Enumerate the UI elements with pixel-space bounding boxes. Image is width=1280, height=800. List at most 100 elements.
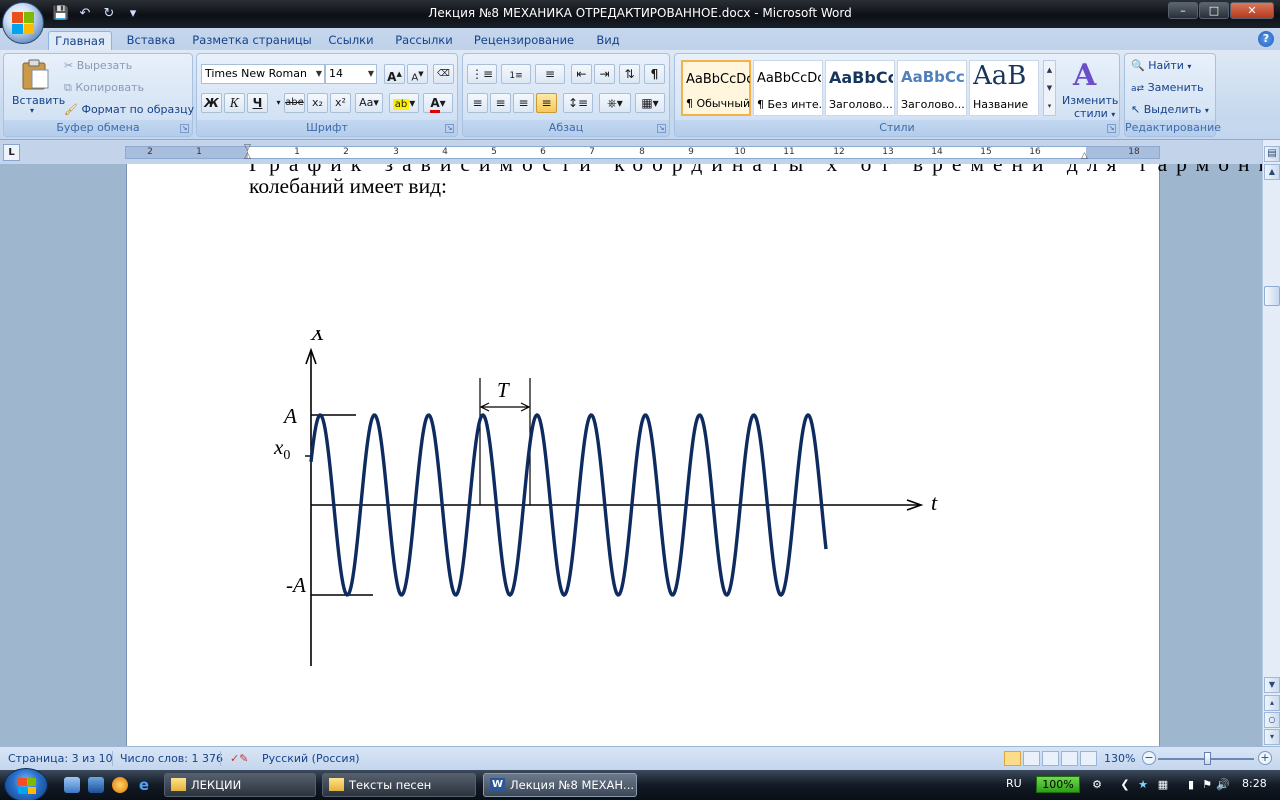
tab-view[interactable]: Вид: [588, 31, 628, 50]
tab-review[interactable]: Рецензирование: [468, 31, 580, 50]
taskbar-item-word[interactable]: W Лекция №8 МЕХАН...: [483, 773, 637, 797]
multilevel-list-button[interactable]: ≡: [535, 64, 565, 84]
scroll-down-icon[interactable]: ▼: [1044, 79, 1055, 97]
style-title[interactable]: AaB Название: [969, 60, 1039, 116]
display-icon[interactable]: ▦: [1156, 778, 1170, 792]
web-layout-view-icon[interactable]: [1042, 751, 1059, 766]
ruler-toggle-icon[interactable]: ▤: [1264, 146, 1280, 162]
word-count[interactable]: Число слов: 1 376: [120, 752, 223, 765]
replace-button[interactable]: a⇄ Заменить: [1131, 81, 1204, 94]
scroll-up-icon[interactable]: ▲: [1044, 61, 1055, 79]
page-count[interactable]: Страница: 3 из 10: [8, 752, 113, 765]
zoom-in-icon[interactable]: +: [1258, 751, 1272, 765]
bullets-button[interactable]: ⋮≡: [467, 64, 497, 84]
taskbar-item-songs[interactable]: Тексты песен: [322, 773, 476, 797]
browse-object-button[interactable]: ○: [1264, 712, 1280, 728]
copy-button[interactable]: ⧉ Копировать: [64, 81, 144, 95]
zoom-knob[interactable]: [1204, 752, 1211, 765]
internet-explorer-icon[interactable]: e: [136, 777, 152, 793]
tab-insert[interactable]: Вставка: [118, 31, 184, 50]
show-hidden-icons-icon[interactable]: ❮: [1118, 778, 1132, 792]
font-launcher-icon[interactable]: ↘: [445, 124, 454, 133]
action-center-icon[interactable]: ⚑: [1200, 778, 1214, 792]
scroll-up-button[interactable]: ▲: [1264, 164, 1280, 180]
cut-button[interactable]: ✂ Вырезать: [64, 59, 132, 72]
full-screen-reading-view-icon[interactable]: [1023, 751, 1040, 766]
zoom-slider[interactable]: − +: [1140, 751, 1274, 767]
strikethrough-button[interactable]: abe: [284, 93, 305, 113]
font-color-button[interactable]: A▾: [423, 93, 453, 113]
underline-button[interactable]: Ч: [247, 93, 268, 113]
left-indent-marker[interactable]: △: [244, 151, 251, 161]
help-icon[interactable]: ?: [1258, 31, 1274, 47]
style-heading-2[interactable]: AaBbCc Заголово...: [897, 60, 967, 116]
clock[interactable]: 8:28: [1242, 777, 1267, 790]
change-styles-button[interactable]: A Изменить стили ▾: [1059, 56, 1118, 120]
sort-button[interactable]: ⇅: [619, 64, 640, 84]
print-layout-view-icon[interactable]: [1004, 751, 1021, 766]
line-spacing-button[interactable]: ↕≡: [563, 93, 593, 113]
zoom-out-icon[interactable]: −: [1142, 751, 1156, 765]
tab-home[interactable]: Главная: [48, 31, 112, 50]
shading-button[interactable]: ⎈▾: [599, 93, 631, 113]
format-painter-button[interactable]: 🖌 Формат по образцу: [64, 103, 194, 116]
borders-button[interactable]: ▦▾: [635, 93, 665, 113]
shrink-font-button[interactable]: A▼: [407, 64, 428, 84]
scroll-thumb[interactable]: [1264, 286, 1280, 306]
switch-windows-icon[interactable]: [88, 777, 104, 793]
justify-button[interactable]: ≡: [536, 93, 557, 113]
subscript-button[interactable]: x₂: [307, 93, 328, 113]
previous-page-button[interactable]: ▴: [1264, 695, 1280, 711]
document-page[interactable]: График зависимости координаты x от време…: [126, 164, 1262, 746]
style-no-spacing[interactable]: AaBbCcDc ¶ Без инте...: [753, 60, 823, 116]
font-name-select[interactable]: Times New Roman ▼: [201, 64, 325, 84]
tab-references[interactable]: Ссылки: [322, 31, 380, 50]
align-left-button[interactable]: ≡: [467, 93, 488, 113]
show-desktop-icon[interactable]: [64, 777, 80, 793]
align-center-button[interactable]: ≡: [490, 93, 511, 113]
change-case-button[interactable]: Aa▾: [355, 93, 383, 113]
right-indent-marker[interactable]: △: [1081, 151, 1088, 161]
bluetooth-icon[interactable]: ★: [1136, 778, 1150, 792]
style-normal[interactable]: AaBbCcDc ¶ Обычный: [681, 60, 751, 116]
language-status[interactable]: Русский (Россия): [262, 752, 360, 765]
tab-mailings[interactable]: Рассылки: [388, 31, 460, 50]
document-area[interactable]: График зависимости координаты x от време…: [0, 164, 1262, 746]
numbering-button[interactable]: 1≡: [501, 64, 531, 84]
show-marks-button[interactable]: ¶: [644, 64, 665, 84]
font-size-select[interactable]: 14 ▼: [325, 64, 377, 84]
vertical-scrollbar[interactable]: ▤ ▲ ▼ ▴ ○ ▾: [1262, 140, 1280, 746]
grow-font-button[interactable]: A▲: [384, 64, 405, 84]
spelling-check-icon[interactable]: ✓✎: [230, 752, 248, 765]
horizontal-ruler[interactable]: 2 1 1 2 3 4 5 6 7 8 9 10 11 12 13 14 15 …: [125, 143, 1160, 161]
close-button[interactable]: ✕: [1230, 2, 1274, 19]
italic-button[interactable]: К: [224, 93, 245, 113]
paste-button[interactable]: Вставить ▾: [12, 56, 65, 116]
clipboard-launcher-icon[interactable]: ↘: [180, 124, 189, 133]
tab-page-layout[interactable]: Разметка страницы: [190, 31, 314, 50]
select-button[interactable]: ↖ Выделить ▾: [1131, 103, 1209, 116]
more-styles-icon[interactable]: ▾: [1044, 97, 1055, 115]
media-player-icon[interactable]: [112, 777, 128, 793]
styles-scroll[interactable]: ▲ ▼ ▾: [1043, 60, 1056, 116]
tab-selector-button[interactable]: L: [3, 144, 20, 161]
clear-formatting-button[interactable]: ⌫: [433, 64, 454, 84]
align-right-button[interactable]: ≡: [513, 93, 534, 113]
bold-button[interactable]: Ж: [201, 93, 222, 113]
input-language[interactable]: RU: [1006, 777, 1022, 790]
volume-icon[interactable]: 🔊: [1216, 778, 1230, 792]
start-button[interactable]: [4, 768, 48, 800]
find-button[interactable]: 🔍 Найти ▾: [1131, 59, 1191, 72]
highlight-button[interactable]: ab ▾: [389, 93, 419, 113]
outline-view-icon[interactable]: [1061, 751, 1078, 766]
style-heading-1[interactable]: AaBbCc Заголово...: [825, 60, 895, 116]
styles-launcher-icon[interactable]: ↘: [1107, 124, 1116, 133]
draft-view-icon[interactable]: [1080, 751, 1097, 766]
office-button[interactable]: [2, 2, 44, 44]
power-icon[interactable]: ▮: [1184, 778, 1198, 792]
next-page-button[interactable]: ▾: [1264, 729, 1280, 745]
maximize-button[interactable]: □: [1199, 2, 1229, 19]
battery-indicator[interactable]: 100%: [1036, 776, 1080, 793]
minimize-button[interactable]: –: [1168, 2, 1198, 19]
superscript-button[interactable]: x²: [330, 93, 351, 113]
